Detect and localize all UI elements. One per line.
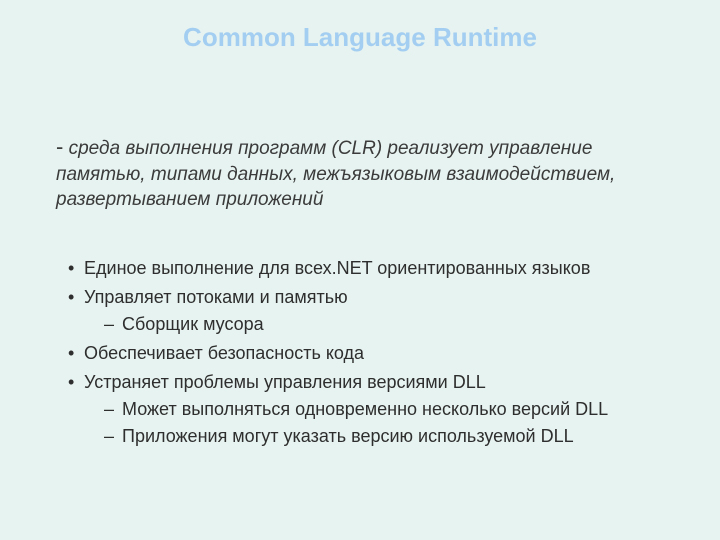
body-content: Единое выполнение для всех.NET ориентиро… <box>68 255 670 452</box>
list-item: Обеспечивает безопасность кода <box>68 340 670 367</box>
intro-text: среда выполнения программ (CLR) реализуе… <box>56 138 615 210</box>
sub-list: Может выполняться одновременно несколько… <box>104 396 670 450</box>
list-item: Управляет потоками и памятью Сборщик мус… <box>68 284 670 338</box>
sub-list: Сборщик мусора <box>104 311 670 338</box>
list-item-label: Управляет потоками и памятью <box>84 287 348 307</box>
slide: Common Language Runtime - среда выполнен… <box>0 0 720 540</box>
bullet-list: Единое выполнение для всех.NET ориентиро… <box>68 255 670 450</box>
list-item: Единое выполнение для всех.NET ориентиро… <box>68 255 670 282</box>
list-item: Устраняет проблемы управления версиями D… <box>68 369 670 450</box>
list-item-label: Устраняет проблемы управления версиями D… <box>84 372 486 392</box>
list-item: Сборщик мусора <box>104 311 670 338</box>
page-title: Common Language Runtime <box>0 22 720 53</box>
intro-dash: - <box>56 134 63 159</box>
intro-paragraph: - среда выполнения программ (CLR) реализ… <box>56 132 670 213</box>
list-item: Приложения могут указать версию использу… <box>104 423 670 450</box>
list-item: Может выполняться одновременно несколько… <box>104 396 670 423</box>
